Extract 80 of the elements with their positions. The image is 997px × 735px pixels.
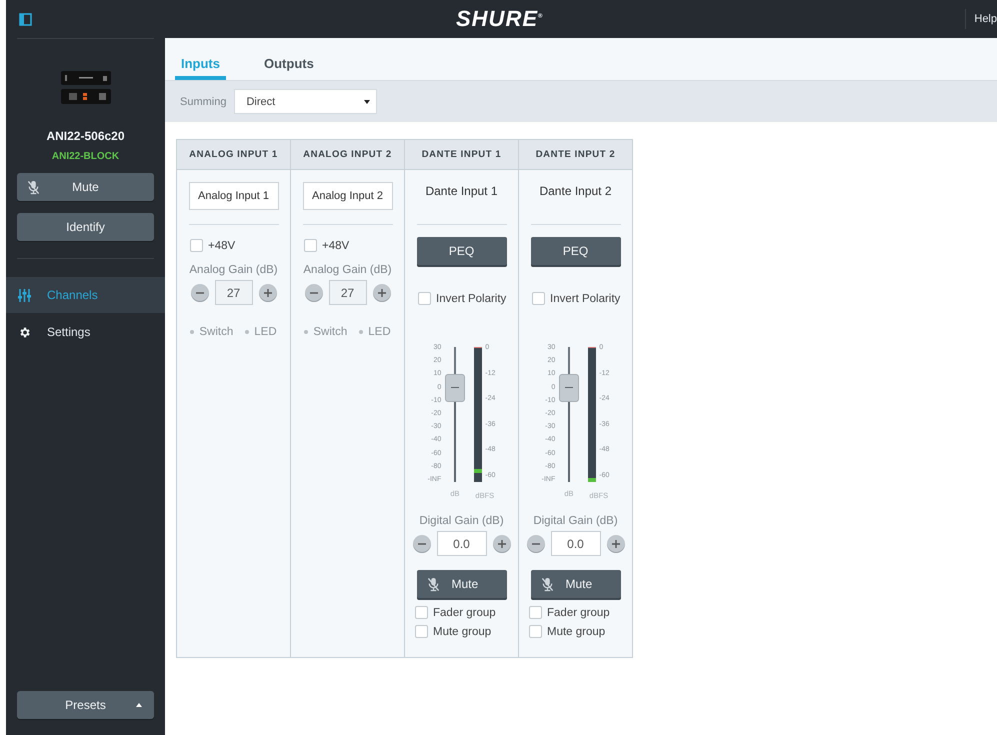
sidebar-toggle-icon[interactable] <box>19 12 32 26</box>
nav-item[interactable]: Settings <box>6 314 165 350</box>
checkbox[interactable] <box>415 625 428 638</box>
peq-button[interactable]: PEQ <box>416 237 506 265</box>
mute-button[interactable]: Mute <box>17 173 154 201</box>
nav-label: Channels <box>47 288 98 302</box>
muted-mic-icon <box>540 576 554 592</box>
checkbox[interactable] <box>529 625 542 638</box>
gain-field[interactable]: 27 <box>328 280 366 305</box>
status-dot <box>359 330 364 334</box>
increase-button[interactable] <box>606 534 624 552</box>
checkbox[interactable] <box>304 239 317 252</box>
indicator-label: Switch <box>313 326 348 338</box>
gain-field[interactable]: 0.0 <box>436 531 486 556</box>
summing-label: Summing <box>180 96 226 108</box>
device-name: ANI22-506c20 <box>45 129 126 143</box>
decrease-button[interactable] <box>304 284 322 302</box>
gain-field[interactable]: 0.0 <box>550 531 600 556</box>
decrease-button[interactable] <box>412 534 430 552</box>
plus-icon <box>264 288 272 296</box>
checkbox[interactable] <box>418 292 431 305</box>
status-dot <box>245 330 250 334</box>
group-label: Fader group <box>547 606 610 618</box>
nav-item[interactable]: Channels <box>6 277 165 313</box>
increase-button[interactable] <box>492 534 510 552</box>
invert-polarity-label: Invert Polarity <box>436 292 506 304</box>
indicator-label: LED <box>368 326 391 338</box>
decrease-button[interactable] <box>526 534 544 552</box>
gain-label: Analog Gain (dB) <box>303 264 392 276</box>
channel-name: Dante Input 1 <box>425 184 498 200</box>
nav-label: Settings <box>47 325 90 339</box>
gain-label: Digital Gain (dB) <box>419 515 504 527</box>
checkbox[interactable] <box>190 239 203 252</box>
channel-header: DANTE INPUT 2 <box>519 140 632 170</box>
help-link[interactable]: Help <box>965 9 997 29</box>
plus-icon <box>378 288 386 296</box>
channel-header: ANALOG INPUT 1 <box>177 140 290 170</box>
channel-header: DANTE INPUT 1 <box>405 140 518 170</box>
muted-mic-icon <box>426 576 440 592</box>
caret-icon <box>136 703 142 707</box>
indicator-label: Switch <box>199 326 234 338</box>
channel-name-field[interactable]: Analog Input 2 <box>302 182 392 210</box>
plus-icon <box>612 540 620 548</box>
checkbox[interactable] <box>532 292 545 305</box>
invert-polarity-label: Invert Polarity <box>550 292 620 304</box>
identify-button[interactable]: Identify <box>17 213 154 241</box>
summing-dropdown[interactable]: Direct <box>234 89 378 114</box>
presets-button[interactable]: Presets <box>17 691 154 719</box>
channel-name-field[interactable]: Analog Input 1 <box>188 182 278 210</box>
fader-handle[interactable] <box>559 374 580 402</box>
increase-button[interactable] <box>372 284 390 302</box>
peq-button[interactable]: PEQ <box>530 237 620 265</box>
checkbox[interactable] <box>529 606 542 619</box>
mute-button[interactable]: Mute <box>416 570 506 598</box>
device-model: ANI22-BLOCK <box>50 151 120 162</box>
increase-button[interactable] <box>258 284 276 302</box>
checkbox[interactable] <box>415 606 428 619</box>
muted-mic-icon <box>27 180 40 194</box>
status-dot <box>304 330 308 334</box>
indicator-label: LED <box>254 326 277 338</box>
phantom-power-label: +48V <box>208 240 236 252</box>
status-dot <box>190 330 194 334</box>
plus-icon <box>498 540 506 548</box>
channel-header: ANALOG INPUT 2 <box>291 140 404 170</box>
group-label: Fader group <box>433 606 496 618</box>
device-drawing <box>60 71 110 105</box>
phantom-power-label: +48V <box>322 240 350 252</box>
channel-name: Dante Input 2 <box>539 184 612 200</box>
decrease-button[interactable] <box>190 284 208 302</box>
fader-handle[interactable] <box>445 374 466 402</box>
tab[interactable]: Outputs <box>258 38 320 80</box>
gain-field[interactable]: 27 <box>214 280 252 305</box>
mute-button[interactable]: Mute <box>530 570 620 598</box>
gain-label: Analog Gain (dB) <box>189 264 278 276</box>
gain-label: Digital Gain (dB) <box>533 515 618 527</box>
sliders-icon <box>18 288 31 302</box>
group-label: Mute group <box>433 626 492 638</box>
settings-icon <box>18 326 31 338</box>
logo: SHURE$^{®}$ <box>456 6 544 32</box>
group-label: Mute group <box>547 626 606 638</box>
